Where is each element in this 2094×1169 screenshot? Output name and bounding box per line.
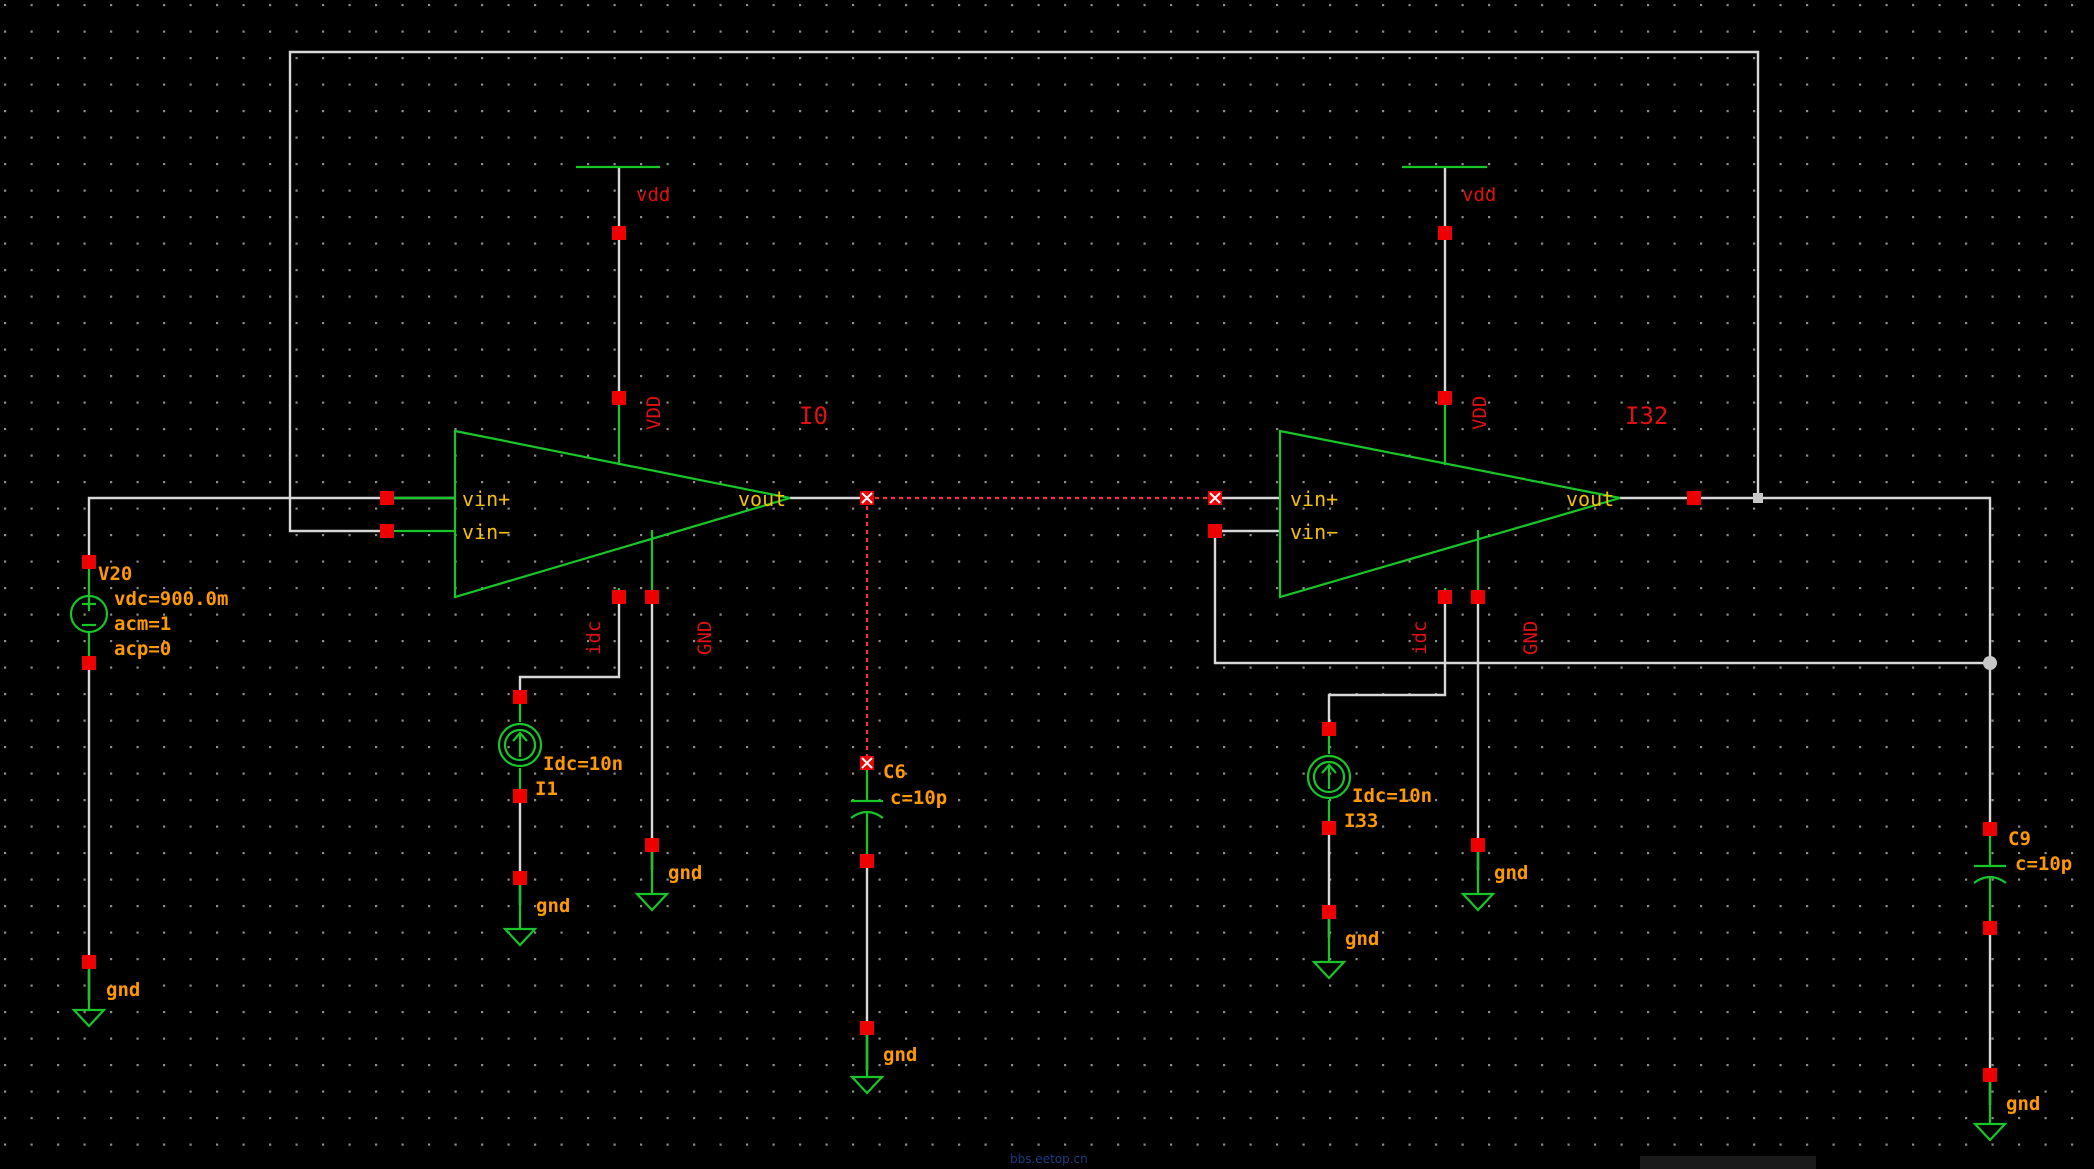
opamp-i32-pin-vin-minus: vin− [1290,520,1338,544]
capacitor-c6-value: c=10p [890,787,947,809]
opamp-i32-pin-vdd: VDD [1469,396,1491,430]
pin[interactable] [1322,722,1336,736]
opamp-i0-instance-label: I0 [799,402,828,430]
vsource-vdc: vdc=900.0m [114,588,228,610]
pin[interactable] [860,1021,874,1035]
gnd-label-c6: gnd [883,1044,917,1066]
pin[interactable] [1438,590,1452,604]
isource-i33-name: I33 [1344,810,1378,832]
opamp-i0-pin-vout: vout [738,487,786,511]
pin[interactable] [380,491,394,505]
opamp-i32-pin-vin-plus: vin+ [1290,487,1338,511]
opamp-i0-vdd-net-label: vdd [636,184,670,206]
wire-junction-feedback [1983,656,1997,670]
pin[interactable] [82,656,96,670]
pin[interactable] [612,226,626,240]
isource-i1-name: I1 [535,778,558,800]
opamp-i0-pin-idc: idc [583,621,605,655]
pin[interactable] [82,955,96,969]
opamp-i0-pin-gnd: GND [694,621,716,655]
pin[interactable] [82,555,96,569]
pin[interactable] [1471,838,1485,852]
gnd-label-c9: gnd [2006,1093,2040,1115]
capacitor-c9-value: c=10p [2015,853,2072,875]
pin[interactable] [1438,391,1452,405]
opamp-i0-pin-vin-minus: vin− [462,520,510,544]
isource-i1-value: Idc=10n [543,753,623,775]
opamp-i32-pin-idc: idc [1409,621,1431,655]
opamp-i32-pin-gnd: GND [1520,621,1542,655]
capacitor-c9-name: C9 [2008,828,2031,850]
isource-i33-value: Idc=10n [1352,785,1432,807]
capacitor-c6-name: C6 [883,761,906,783]
pin[interactable] [1983,921,1997,935]
status-strip [1640,1156,1816,1169]
watermark: bbs.eetop.cn [1010,1152,1088,1166]
pin[interactable] [1983,1068,1997,1082]
pin[interactable] [1438,226,1452,240]
gnd-label-i33: gnd [1345,928,1379,950]
vsource-acp: acp=0 [114,638,171,660]
pin[interactable] [513,871,527,885]
pin[interactable] [1322,821,1336,835]
pin[interactable] [1208,524,1222,538]
pin[interactable] [1983,822,1997,836]
opamp-i0-pin-vin-plus: vin+ [462,487,510,511]
opamp-i0-pin-vdd: VDD [643,396,665,430]
gnd-label-opamp1: gnd [668,862,702,884]
opamp-i32-vdd-net-label: vdd [1462,184,1496,206]
pin[interactable] [645,838,659,852]
gnd-label-i1: gnd [536,895,570,917]
pin[interactable] [380,524,394,538]
pin[interactable] [612,590,626,604]
pin[interactable] [612,391,626,405]
vsource-acm: acm=1 [114,613,171,635]
pin[interactable] [860,854,874,868]
pin[interactable] [1471,590,1485,604]
wire-junction-output [1753,493,1763,503]
gnd-label-opamp2: gnd [1494,862,1528,884]
pin[interactable] [1322,905,1336,919]
grid-background [0,0,2094,1169]
pin[interactable] [513,690,527,704]
pin[interactable] [513,789,527,803]
pin[interactable] [645,590,659,604]
vsource-name: V20 [98,563,132,585]
opamp-i32-instance-label: I32 [1625,402,1668,430]
pin[interactable] [1687,491,1701,505]
gnd-label-v20: gnd [106,979,140,1001]
schematic-canvas[interactable]: vin+ vin− vout I0 vdd VDD idc GND vin+ v… [0,0,2094,1169]
opamp-i32-pin-vout: vout [1566,487,1614,511]
